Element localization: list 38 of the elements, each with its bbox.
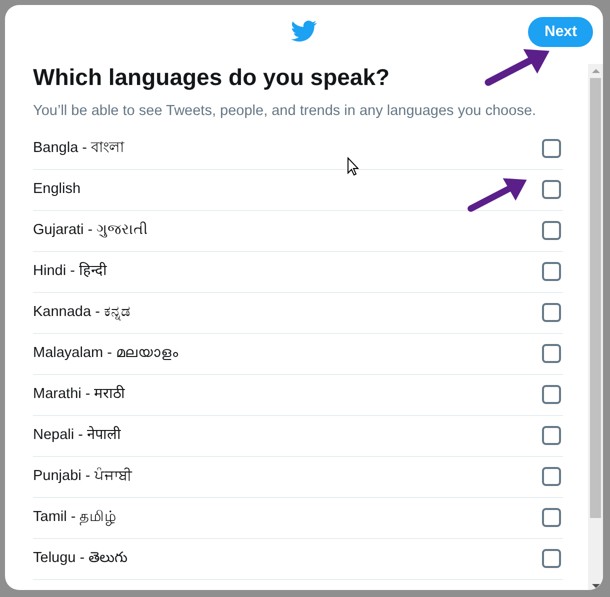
- scrollbar-thumb[interactable]: [590, 78, 601, 518]
- language-checkbox[interactable]: [542, 139, 561, 158]
- language-label: Malayalam - മലയാളം: [33, 344, 178, 363]
- dialog-subtitle: You’ll be able to see Tweets, people, and trends in any languages you choose.: [33, 102, 538, 121]
- language-checkbox[interactable]: [542, 344, 561, 364]
- language-row[interactable]: Punjabi - ਪੰਜਾਬੀ: [33, 456, 563, 498]
- language-label: English: [33, 180, 81, 199]
- language-checkbox[interactable]: [542, 262, 561, 282]
- bird-icon: [291, 18, 317, 44]
- language-row[interactable]: Nepali - नेपाली: [33, 416, 563, 457]
- language-label: Telugu - తెలుగు: [33, 548, 128, 568]
- language-row[interactable]: Gujarati - ગુજરાતી: [33, 210, 563, 252]
- scroll-down-icon[interactable]: [592, 584, 600, 588]
- language-row[interactable]: Malayalam - മലയാളം: [33, 334, 563, 375]
- language-label: Nepali - नेपाली: [33, 425, 121, 445]
- language-checkbox[interactable]: [542, 303, 561, 322]
- language-checkbox[interactable]: [542, 221, 561, 240]
- scrollbar[interactable]: [588, 64, 603, 590]
- language-row[interactable]: Telugu - తెలుగు: [33, 538, 563, 580]
- language-row[interactable]: Tamil - தமிழ்: [33, 498, 563, 539]
- language-label: Kannada - ಕನ್ನಡ: [33, 302, 131, 322]
- mouse-pointer-icon: [347, 157, 359, 177]
- language-checkbox[interactable]: [542, 467, 561, 486]
- language-label: Hindi - हिन्दी: [33, 261, 107, 281]
- language-checkbox[interactable]: [542, 508, 561, 528]
- language-label: Marathi - मराठी: [33, 384, 126, 404]
- dialog-title: Which languages do you speak?: [33, 63, 390, 92]
- language-checkbox[interactable]: [542, 549, 561, 568]
- language-row[interactable]: Marathi - मराठी: [33, 374, 563, 416]
- language-row[interactable]: Hindi - हिन्दी: [33, 252, 563, 293]
- language-label: Gujarati - ગુજરાતી: [33, 220, 148, 240]
- language-row[interactable]: Kannada - ಕನ್ನಡ: [33, 292, 563, 334]
- language-label: Punjabi - ਪੰਜਾਬੀ: [33, 466, 132, 486]
- language-label: Tamil - தமிழ்: [33, 508, 117, 528]
- language-label: Bangla - বাংলা: [33, 138, 124, 158]
- language-checkbox[interactable]: [542, 180, 561, 200]
- language-checkbox[interactable]: [542, 426, 561, 446]
- language-checkbox[interactable]: [542, 385, 561, 404]
